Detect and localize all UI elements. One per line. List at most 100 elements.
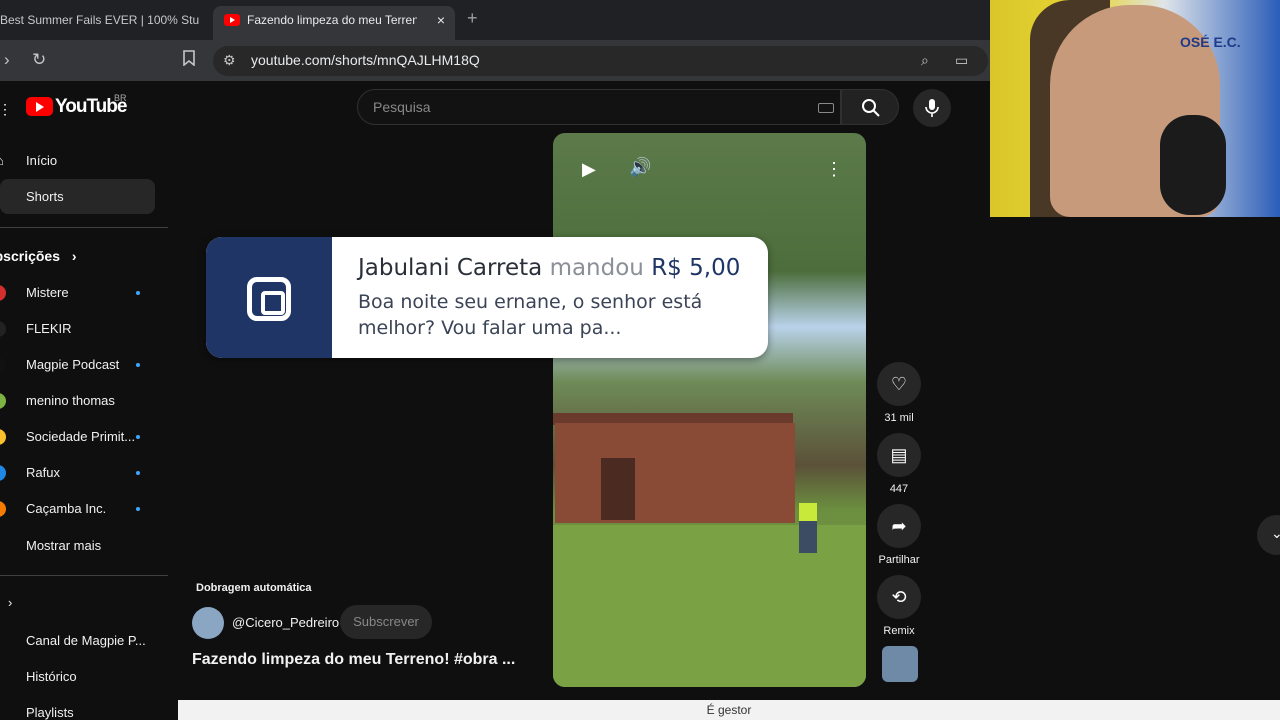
new-content-dot [136,435,140,439]
country-code: BR [114,93,127,103]
webcam-background-badge: OSÉ E.C. [1180,34,1241,50]
sidebar-item-shorts-selected[interactable] [0,179,155,214]
keyboard-icon[interactable] [818,103,834,113]
share-icon[interactable]: ➦ [877,504,921,548]
auto-dubbing-label: Dobragem automática [196,582,312,594]
menu-icon[interactable]: ⋮ [0,101,12,118]
sound-thumbnail[interactable] [882,646,918,682]
sidebar-show-more[interactable]: Mostrar mais [26,538,101,553]
close-tab-icon[interactable]: × [437,6,445,34]
sidebar-divider [0,575,168,576]
video-frame-door [601,458,635,520]
chevron-right-icon: › [71,248,77,264]
short-video-player[interactable]: ▶ 🔊 ⋮ [553,133,866,687]
new-content-dot [136,471,140,475]
sidebar-item-your-channel[interactable]: Canal de Magpie P... [26,633,146,648]
sidebar-subscriptions-header[interactable]: Subscrições › [0,248,77,264]
browser-tab[interactable]: Best Summer Fails EVER | 100% Stupid [0,6,200,34]
subscribe-button[interactable]: Subscrever [340,605,432,639]
like-count: 31 mil [884,412,914,424]
short-title[interactable]: Fazendo limpeza do meu Terreno! #obra ..… [192,651,515,669]
play-icon[interactable]: ▶ [582,159,596,180]
youtube-play-logo-icon [26,97,53,116]
donation-header: Jabulani Carreta mandou R$ 5,00 [358,255,740,281]
donation-alert: Jabulani Carreta mandou R$ 5,00 Boa noit… [206,237,768,358]
more-options-icon[interactable]: ⋮ [825,159,843,180]
webcam-overlay: OSÉ E.C. [990,0,1280,217]
donation-message: Boa noite seu ernane, o senhor está melh… [358,291,703,339]
youtube-favicon-icon [224,14,240,26]
livepix-logo-icon [247,277,291,321]
forward-icon[interactable]: › [4,50,10,70]
channel-avatar [0,285,6,301]
zoom-icon[interactable]: ⌕ [921,52,929,69]
sidebar-subscription[interactable]: menino thomas [26,393,115,408]
reload-icon[interactable]: ↻ [32,50,46,70]
sidebar-subscription[interactable]: Mistere [26,285,69,300]
channel-avatar[interactable] [192,607,224,639]
remix-action[interactable]: ⟲ Remix [877,575,921,637]
volume-icon[interactable]: 🔊 [629,157,651,178]
status-bar: É gestor [178,700,1280,720]
video-frame-grass [553,525,866,687]
channel-avatar [0,429,6,445]
address-bar-row: › ↻ ⚙ youtube.com/shorts/mnQAJLHM18Q ⌕ ▭ [0,40,990,81]
new-content-dot [136,363,140,367]
share-action[interactable]: ➦ Partilhar [877,504,921,566]
microphone-icon [925,99,939,117]
new-content-dot [136,507,140,511]
voice-search-button[interactable] [913,89,951,127]
browser-tab-bar: Best Summer Fails EVER | 100% Stupid Faz… [0,0,990,40]
channel-name[interactable]: @Cicero_Pedreiro [232,615,339,630]
sidebar-subscription[interactable]: Caçamba Inc. [26,501,106,516]
next-short-button[interactable]: ⌄ [1257,515,1280,555]
cast-icon[interactable]: ▭ [955,52,968,69]
search-input[interactable]: Pesquisa [357,89,841,125]
search-placeholder: Pesquisa [373,99,431,115]
search-button[interactable] [841,89,899,125]
tab-title: Fazendo limpeza do meu Terreno! [247,13,417,27]
channel-avatar [0,393,6,409]
sidebar-item-home[interactable]: Início [26,153,57,168]
webcam-microphone [1160,115,1226,215]
site-settings-icon[interactable]: ⚙ [223,52,236,69]
chevron-down-icon: ⌄ [1271,525,1280,541]
sidebar-subscription[interactable]: FLEKIR [26,321,72,336]
sidebar-divider [0,227,168,228]
omnibox[interactable]: ⚙ youtube.com/shorts/mnQAJLHM18Q ⌕ ▭ [213,46,988,76]
browser-tab-active[interactable]: Fazendo limpeza do meu Terreno! × [213,6,455,40]
channel-avatar [0,465,6,481]
donation-logo-panel [206,237,332,358]
sidebar-subscription[interactable]: Sociedade Primit... [26,429,135,444]
donation-verb: mandou [549,255,644,281]
video-frame-worker [799,503,817,553]
remix-icon[interactable]: ⟲ [877,575,921,619]
channel-avatar [0,501,6,517]
channel-avatar [0,321,6,337]
bookmark-icon[interactable] [182,50,196,71]
like-icon[interactable]: ♡ [877,362,921,406]
home-icon: ⌂ [0,153,4,168]
share-label: Partilhar [878,554,920,566]
comment-icon[interactable]: ▤ [877,433,921,477]
like-action[interactable]: ♡ 31 mil [877,362,921,424]
url-text[interactable]: youtube.com/shorts/mnQAJLHM18Q [251,52,480,68]
sidebar-item-playlists[interactable]: Playlists [26,705,74,720]
new-tab-button[interactable]: + [467,8,478,29]
tab-title: Best Summer Fails EVER | 100% Stupid [0,13,200,27]
channel-avatar [0,357,6,373]
comments-action[interactable]: ▤ 447 [877,433,921,495]
search-icon [862,99,880,117]
donor-name: Jabulani Carreta [358,255,543,281]
video-frame-house [555,423,795,523]
sidebar-subscription[interactable]: Rafux [26,465,60,480]
sidebar-subscription[interactable]: Magpie Podcast [26,357,119,372]
chevron-right-icon[interactable]: › [8,595,12,610]
comment-count: 447 [889,483,909,495]
sidebar-item-shorts[interactable]: Shorts [26,189,64,204]
sidebar-item-history[interactable]: Histórico [26,669,77,684]
remix-label: Remix [883,625,915,637]
new-content-dot [136,291,140,295]
youtube-page: ⋮ YouTube BR Pesquisa ⌂ Início Shorts Su… [0,81,1280,720]
donation-amount: R$ 5,00 [651,255,741,281]
